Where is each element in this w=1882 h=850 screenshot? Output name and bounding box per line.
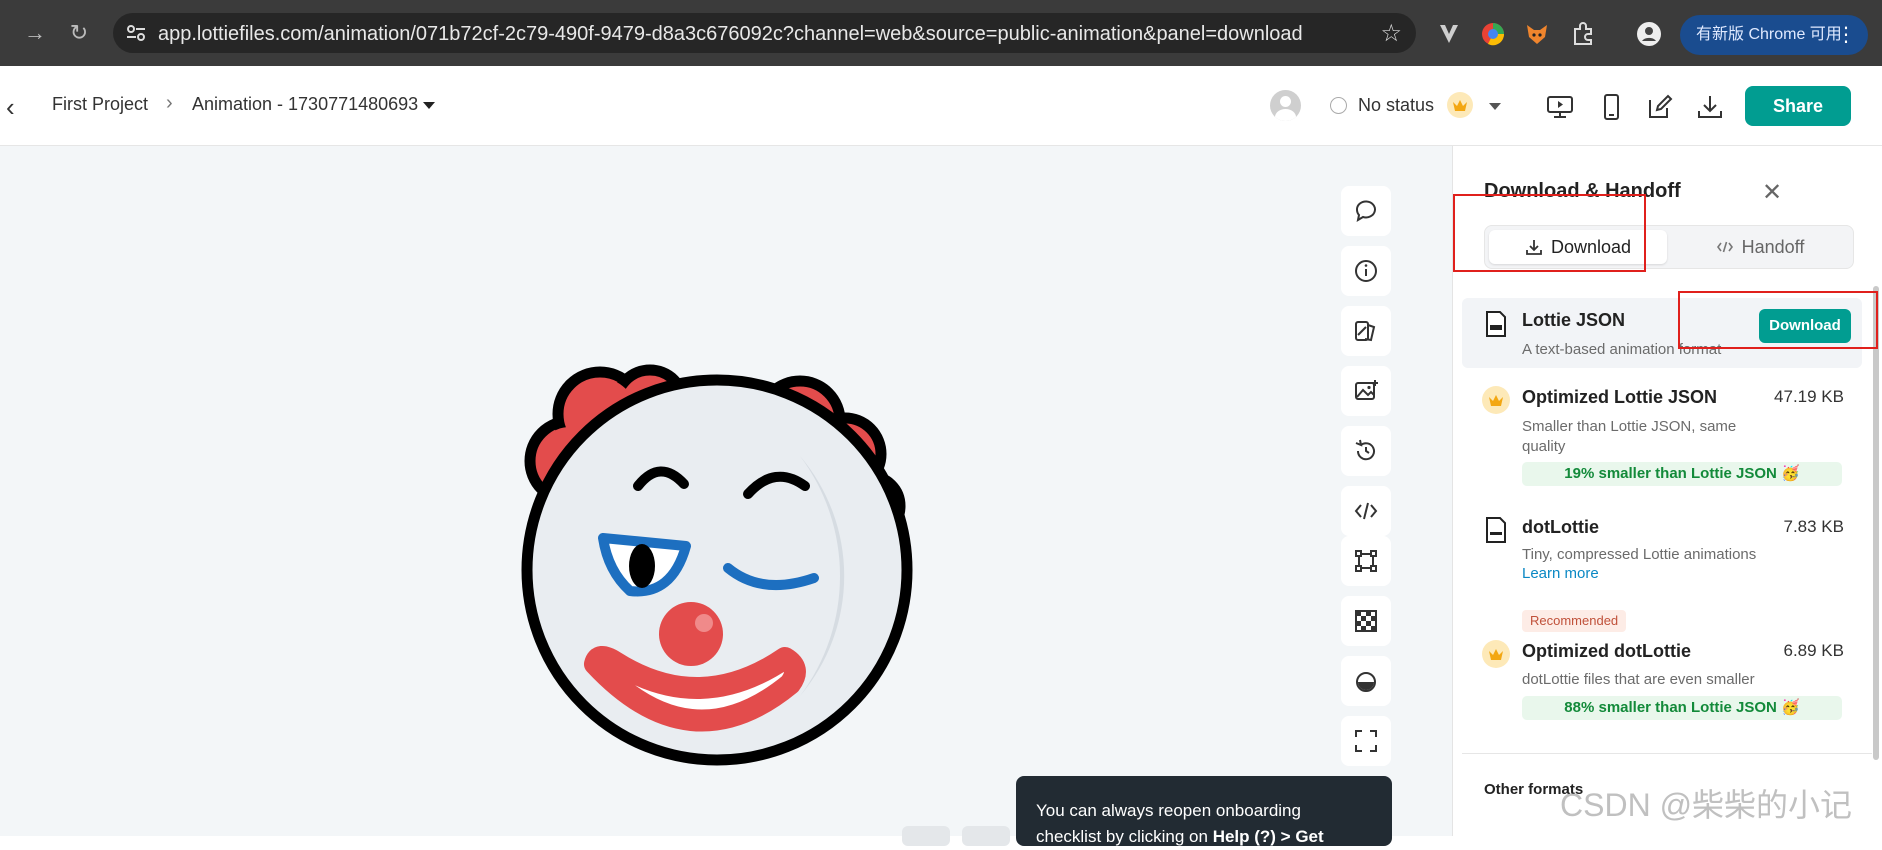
annotation-box-download-tab bbox=[1453, 194, 1646, 272]
learn-more-link[interactable]: Learn more bbox=[1522, 565, 1599, 582]
breadcrumb-project[interactable]: First Project bbox=[52, 94, 148, 115]
animation-canvas bbox=[0, 146, 1452, 836]
transparency-button[interactable] bbox=[1341, 596, 1391, 646]
mobile-preview-icon[interactable] bbox=[1596, 92, 1626, 122]
status-label[interactable]: No status bbox=[1358, 95, 1434, 116]
format-size: 6.89 KB bbox=[1783, 641, 1845, 660]
toast-line-1: You can always reopen onboarding bbox=[1036, 801, 1301, 820]
format-optimized-dotlottie[interactable]: Recommended Optimized dotLottie 6.89 KB … bbox=[1462, 610, 1862, 726]
toast-line-2: checklist by clicking on Help (?) > Get bbox=[1036, 827, 1324, 846]
section-divider bbox=[1462, 753, 1872, 754]
format-name: dotLottie bbox=[1522, 517, 1599, 537]
update-label: 有新版 Chrome 可用 bbox=[1696, 26, 1842, 43]
format-desc: Tiny, compressed Lottie animations bbox=[1522, 546, 1757, 563]
fullscreen-button[interactable] bbox=[1341, 716, 1391, 766]
status-radio-icon[interactable] bbox=[1330, 97, 1347, 114]
url-text: app.lottiefiles.com/animation/071b72cf-2… bbox=[158, 23, 1303, 45]
extension-fox-icon[interactable] bbox=[1524, 21, 1550, 47]
bookmark-star-icon[interactable]: ☆ bbox=[1380, 19, 1402, 48]
animation-dropdown-icon[interactable] bbox=[423, 102, 435, 109]
history-icon bbox=[1355, 439, 1375, 461]
format-size: 47.19 KB bbox=[1774, 387, 1844, 406]
download-icon[interactable] bbox=[1695, 92, 1725, 122]
json-file-icon bbox=[1486, 311, 1506, 337]
reload-icon[interactable]: ↻ bbox=[66, 20, 92, 46]
format-name: Lottie JSON bbox=[1522, 310, 1626, 330]
code-icon bbox=[1716, 241, 1733, 253]
code-button[interactable] bbox=[1341, 486, 1391, 536]
canvas-control-chip[interactable] bbox=[962, 826, 1010, 846]
forward-icon[interactable]: → bbox=[22, 20, 48, 46]
annotation-box-download-button bbox=[1678, 291, 1878, 349]
comment-icon bbox=[1355, 200, 1376, 223]
canvas-control-chip[interactable] bbox=[902, 826, 950, 846]
format-name: Optimized dotLottie bbox=[1522, 641, 1691, 661]
savings-badge: 88% smaller than Lottie JSON 🥳 bbox=[1522, 696, 1842, 720]
back-icon[interactable]: ‹ bbox=[6, 92, 15, 123]
extensions-puzzle-icon[interactable] bbox=[1570, 21, 1596, 47]
present-icon[interactable] bbox=[1545, 92, 1575, 122]
format-size: 7.83 KB bbox=[1783, 517, 1845, 536]
share-button[interactable]: Share bbox=[1745, 86, 1851, 126]
fullscreen-icon bbox=[1355, 730, 1377, 752]
color-button[interactable] bbox=[1341, 656, 1391, 706]
browser-toolbar: → ↻ app.lottiefiles.com/animation/071b72… bbox=[0, 0, 1882, 66]
panel-scrollbar[interactable] bbox=[1873, 286, 1879, 760]
droplet-icon bbox=[1356, 672, 1376, 692]
close-icon[interactable]: ✕ bbox=[1762, 178, 1782, 207]
code-icon bbox=[1354, 502, 1378, 520]
history-button[interactable] bbox=[1341, 426, 1391, 476]
avatar[interactable] bbox=[1270, 90, 1301, 121]
crown-icon bbox=[1482, 386, 1510, 414]
watermark: CSDN @柴柴的小记 bbox=[1560, 787, 1853, 823]
status-dropdown-icon[interactable] bbox=[1489, 103, 1501, 110]
tab-handoff[interactable]: Handoff bbox=[1671, 230, 1849, 264]
bounding-box-icon bbox=[1355, 550, 1377, 572]
extension-color-icon[interactable] bbox=[1480, 21, 1506, 47]
format-name: Optimized Lottie JSON bbox=[1522, 387, 1718, 407]
info-icon bbox=[1355, 260, 1377, 282]
image-icon bbox=[1355, 380, 1378, 400]
theme-icon bbox=[1355, 321, 1376, 342]
lottie-file-icon bbox=[1486, 517, 1506, 543]
savings-badge: 19% smaller than Lottie JSON 🥳 bbox=[1522, 462, 1842, 486]
info-button[interactable] bbox=[1341, 246, 1391, 296]
recommended-badge: Recommended bbox=[1522, 610, 1627, 632]
background-image-button[interactable] bbox=[1341, 366, 1391, 416]
edit-icon[interactable] bbox=[1645, 92, 1675, 122]
crown-icon bbox=[1482, 640, 1510, 668]
breadcrumb-animation[interactable]: Animation - 1730771480693 bbox=[192, 94, 418, 115]
crown-icon bbox=[1447, 92, 1473, 118]
bounding-box-button[interactable] bbox=[1341, 536, 1391, 586]
format-desc: dotLottie files that are even smaller bbox=[1522, 671, 1755, 688]
format-dotlottie[interactable]: dotLottie 7.83 KB Tiny, compressed Lotti… bbox=[1462, 508, 1862, 596]
breadcrumb-separator: › bbox=[166, 92, 173, 114]
browser-menu-icon[interactable]: ⋮ bbox=[1836, 15, 1856, 55]
chrome-update-button[interactable]: 有新版 Chrome 可用 ⋮ bbox=[1680, 15, 1868, 55]
checkerboard-icon bbox=[1355, 610, 1377, 632]
format-optimized-lottie-json[interactable]: Optimized Lottie JSON 47.19 KB Smaller t… bbox=[1462, 376, 1862, 488]
format-desc: Smaller than Lottie JSON, same quality bbox=[1522, 418, 1737, 455]
address-bar[interactable]: app.lottiefiles.com/animation/071b72cf-2… bbox=[113, 13, 1416, 53]
theme-button[interactable] bbox=[1341, 306, 1391, 356]
clown-animation bbox=[521, 364, 913, 766]
app-header: ‹ First Project › Animation - 1730771480… bbox=[0, 66, 1882, 146]
comments-button[interactable] bbox=[1341, 186, 1391, 236]
profile-icon[interactable] bbox=[1636, 21, 1662, 47]
site-settings-icon[interactable] bbox=[125, 22, 147, 44]
extension-v-icon[interactable] bbox=[1436, 21, 1462, 47]
